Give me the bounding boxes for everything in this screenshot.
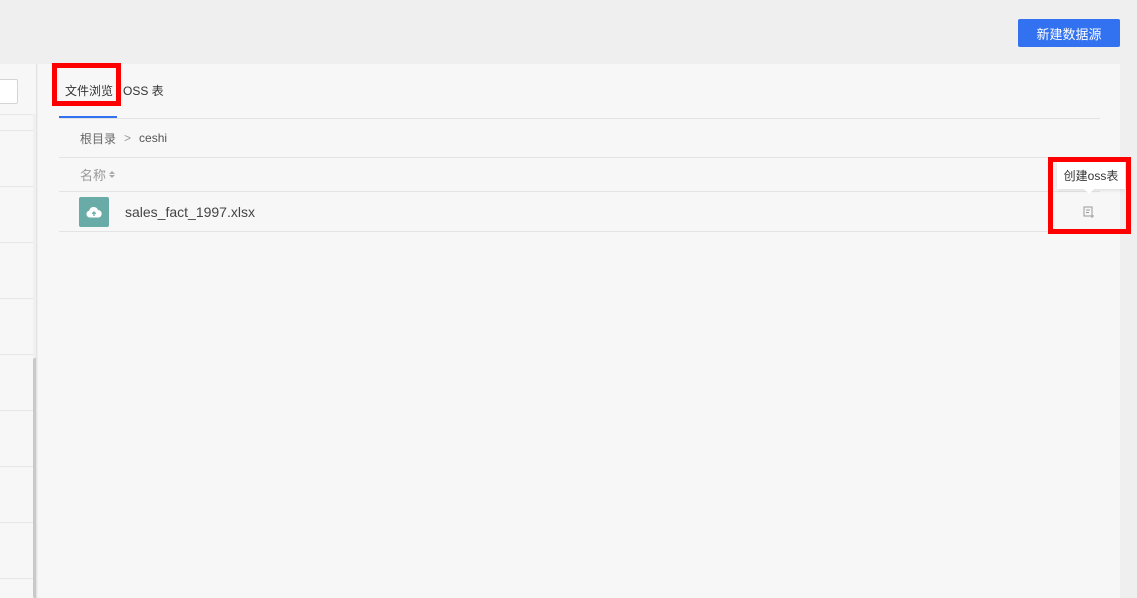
breadcrumb-current: ceshi	[139, 131, 168, 145]
top-bar: 新建数据源	[0, 0, 1137, 64]
sidebar-divider	[0, 354, 34, 355]
sidebar-divider	[0, 242, 34, 243]
tooltip-arrow	[1084, 189, 1094, 194]
main-panel: 文件浏览 OSS 表 根目录 > ceshi 名称 sales_fact_199…	[38, 64, 1120, 598]
sidebar-divider	[0, 186, 34, 187]
action-tooltip: 创建oss表	[1057, 161, 1125, 194]
tab-oss-table[interactable]: OSS 表	[123, 82, 164, 99]
sidebar-divider	[0, 130, 34, 131]
sidebar-divider	[0, 466, 34, 467]
table-row[interactable]: sales_fact_1997.xlsx	[59, 192, 1100, 232]
cloud-upload-icon	[79, 197, 109, 227]
sidebar-divider	[0, 298, 34, 299]
sort-icon[interactable]	[109, 171, 116, 178]
sidebar-divider	[0, 410, 34, 411]
tooltip-text: 创建oss表	[1063, 168, 1119, 183]
tab-bar: 文件浏览 OSS 表	[59, 64, 1100, 119]
breadcrumb: 根目录 > ceshi	[59, 119, 1100, 158]
tab-file-browse[interactable]: 文件浏览	[65, 82, 113, 99]
sidebar-scrollbar-thumb[interactable]	[33, 358, 36, 598]
column-header-name[interactable]: 名称	[80, 165, 106, 184]
sidebar-divider	[0, 114, 34, 115]
right-edge	[1120, 64, 1137, 598]
new-datasource-button[interactable]: 新建数据源	[1018, 19, 1120, 47]
file-name[interactable]: sales_fact_1997.xlsx	[125, 204, 255, 220]
breadcrumb-separator: >	[124, 131, 132, 145]
sidebar-divider	[0, 578, 34, 579]
active-tab-indicator	[59, 116, 117, 118]
sidebar-search-input[interactable]	[0, 79, 18, 104]
table-header: 名称	[59, 158, 1100, 192]
create-table-icon[interactable]	[1082, 205, 1096, 219]
sidebar-divider	[0, 522, 34, 523]
breadcrumb-root[interactable]: 根目录	[80, 130, 116, 147]
left-sidebar	[0, 64, 37, 598]
